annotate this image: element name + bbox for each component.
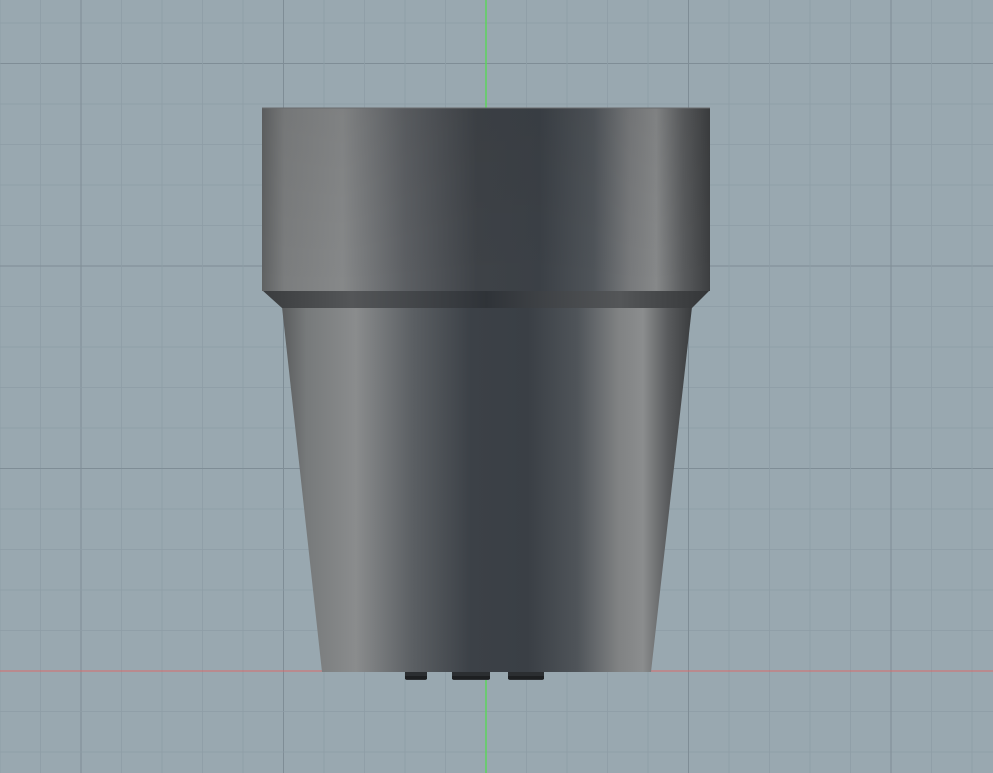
- flower-pot-model[interactable]: [262, 107, 710, 680]
- pot-body[interactable]: [282, 307, 692, 672]
- pot-rim-chamfer[interactable]: [262, 290, 710, 308]
- 3d-viewport[interactable]: orthographic-front flower-pot: [0, 0, 993, 773]
- viewport-canvas[interactable]: [0, 0, 993, 773]
